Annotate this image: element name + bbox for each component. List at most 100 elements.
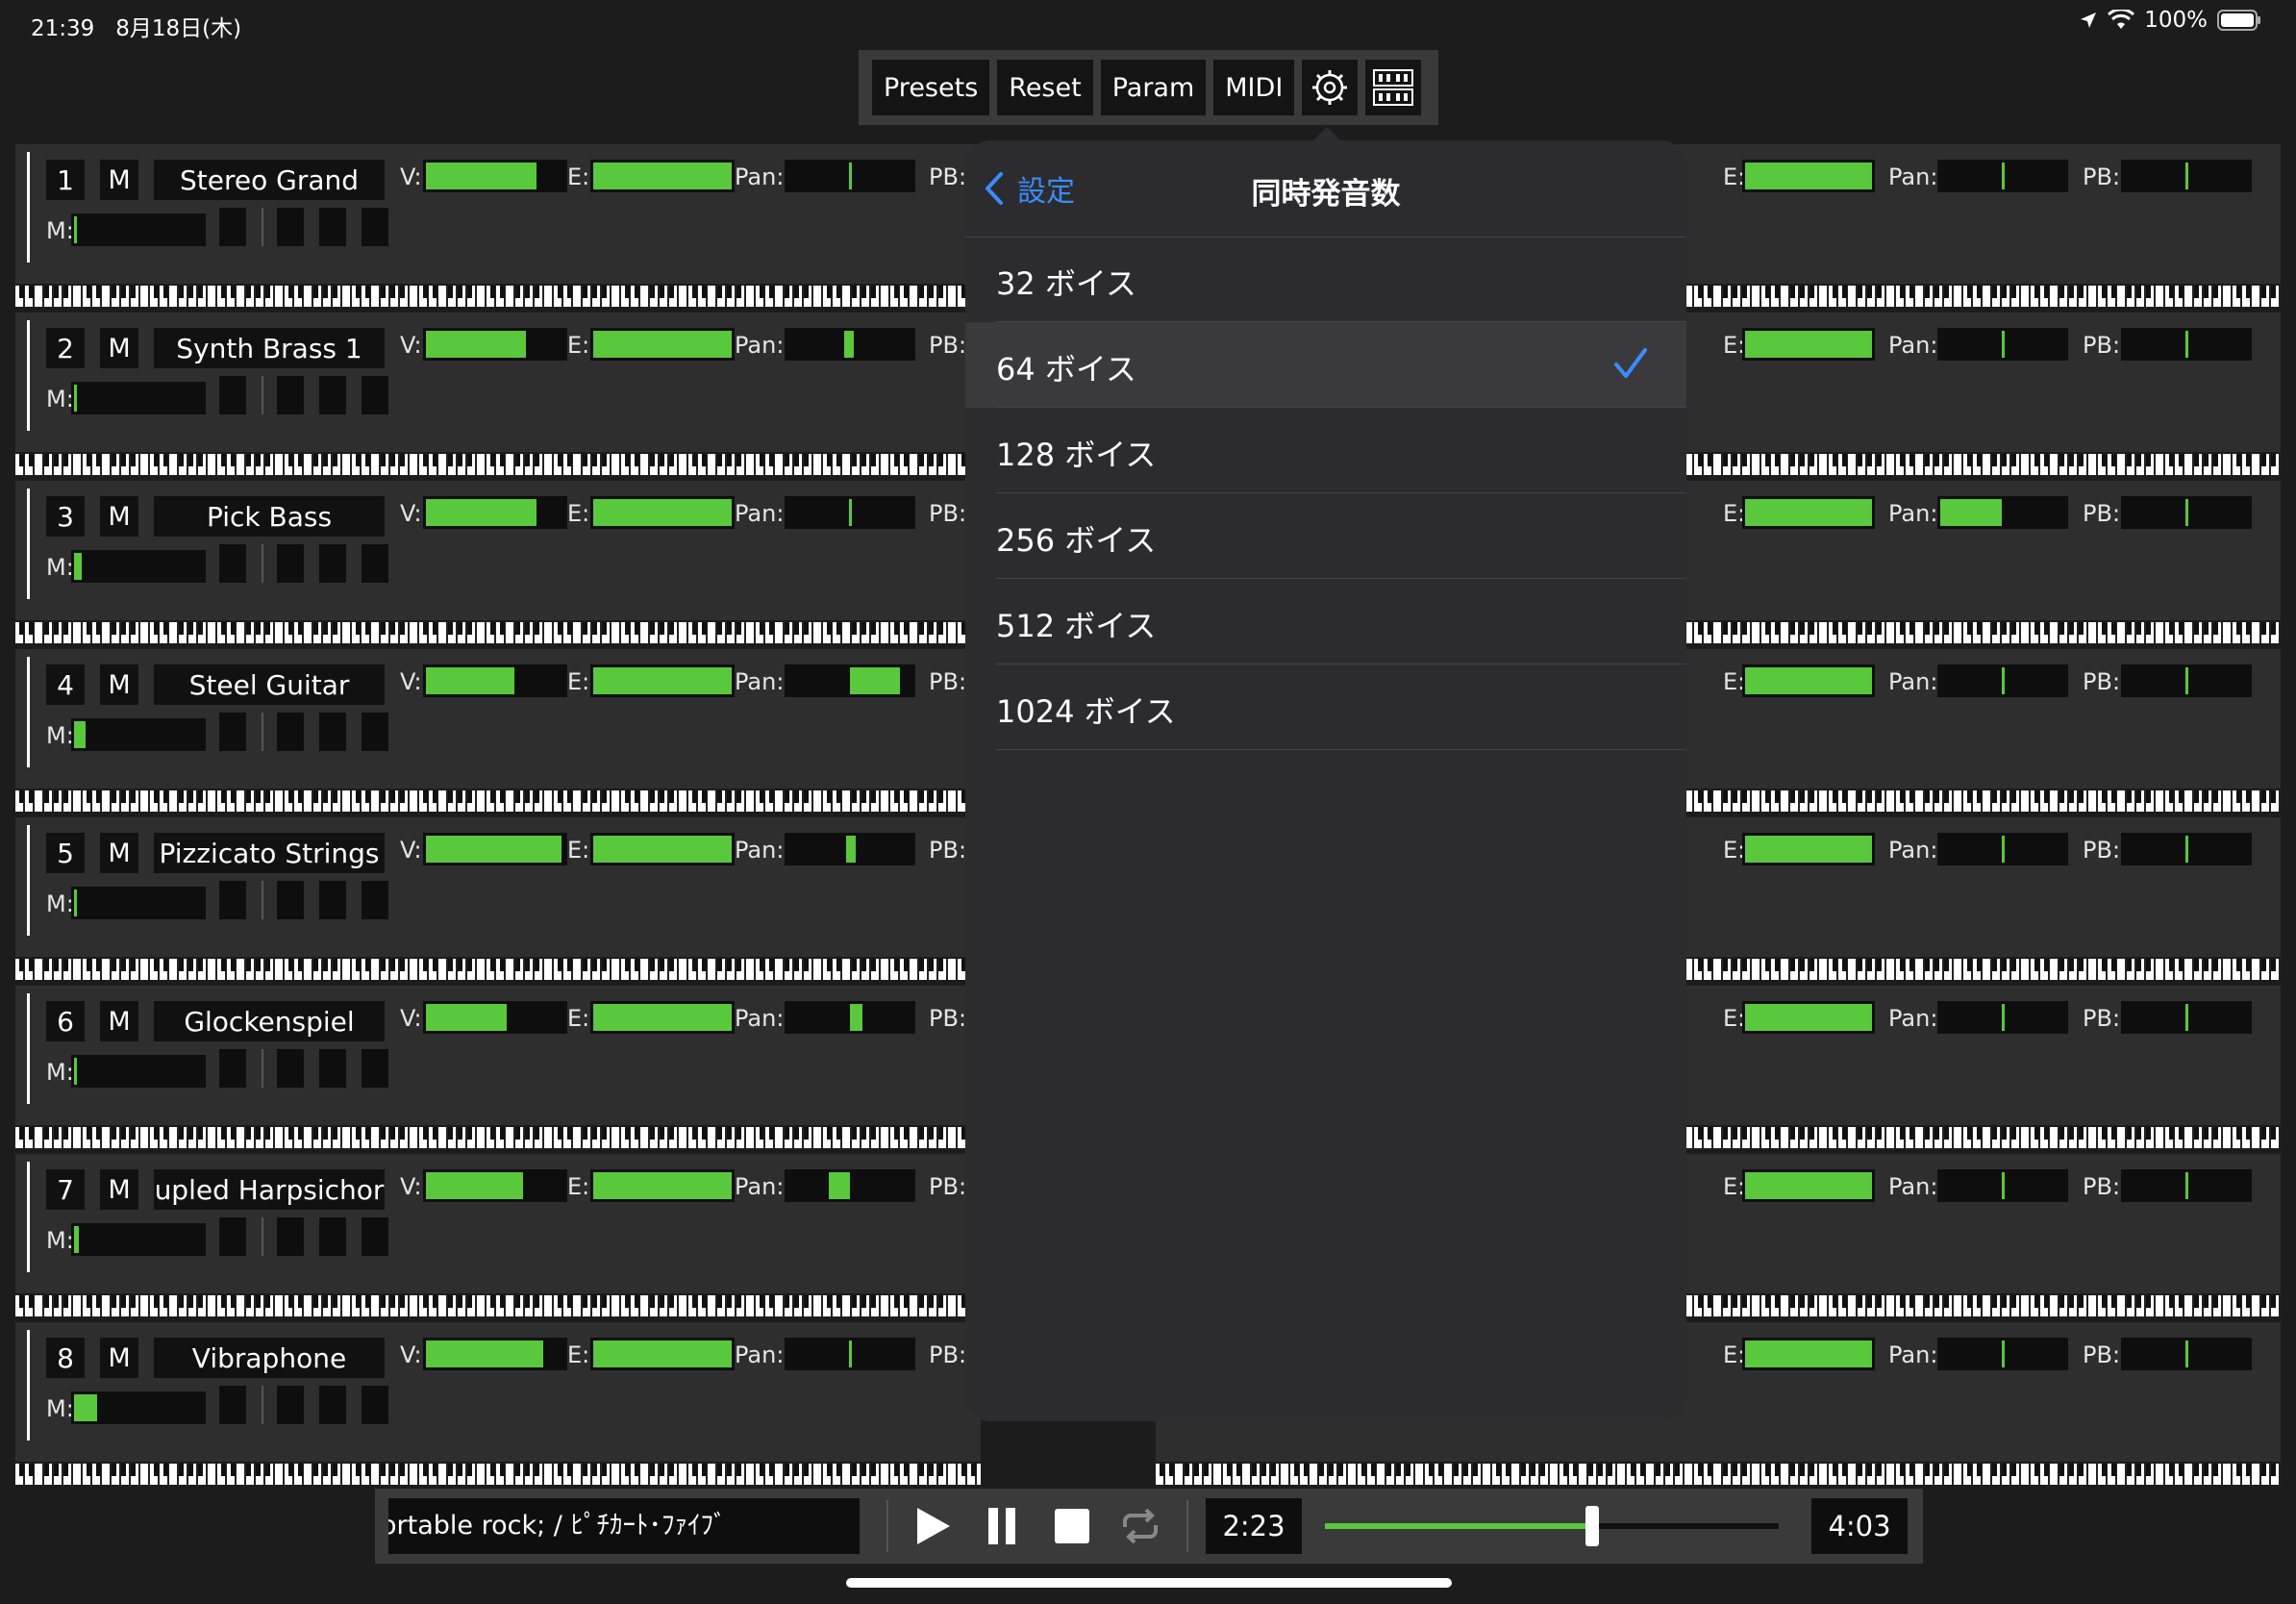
pitchbend-meter-right[interactable]: [2121, 1001, 2252, 1034]
pan-meter[interactable]: [785, 496, 915, 529]
piano-keyboard[interactable]: [15, 1464, 981, 1485]
instrument-name[interactable]: upled Harpsichor: [154, 1169, 385, 1210]
voice-option[interactable]: 64 ボイス: [965, 322, 1686, 408]
expression-meter[interactable]: [590, 160, 735, 192]
volume-meter[interactable]: [423, 1001, 567, 1034]
channel-number[interactable]: 5: [46, 833, 85, 873]
mute-button[interactable]: M: [100, 1169, 138, 1210]
instrument-name[interactable]: Synth Brass 1: [154, 328, 385, 368]
pan-meter[interactable]: [785, 1169, 915, 1202]
pitchbend-meter-right[interactable]: [2121, 328, 2252, 361]
piano-keyboard[interactable]: [15, 790, 981, 812]
instrument-name[interactable]: Glockenspiel: [154, 1001, 385, 1041]
channel-number[interactable]: 3: [46, 496, 85, 537]
expression-meter-right[interactable]: [1742, 160, 1875, 192]
instrument-name[interactable]: Stereo Grand: [154, 160, 385, 200]
expression-meter-right[interactable]: [1742, 1338, 1875, 1370]
expression-meter[interactable]: [590, 328, 735, 361]
repeat-icon[interactable]: [1119, 1508, 1161, 1544]
instrument-name[interactable]: Vibraphone: [154, 1338, 385, 1378]
modulation-meter[interactable]: [71, 1055, 206, 1088]
mute-button[interactable]: M: [100, 160, 138, 200]
volume-meter[interactable]: [423, 1169, 567, 1202]
pitchbend-meter-right[interactable]: [2121, 833, 2252, 865]
pan-meter-right[interactable]: [1937, 833, 2068, 865]
pan-meter[interactable]: [785, 833, 915, 865]
pan-meter-right[interactable]: [1937, 160, 2068, 192]
modulation-meter[interactable]: [71, 1223, 206, 1256]
channel-number[interactable]: 8: [46, 1338, 85, 1378]
settings-button[interactable]: [1302, 60, 1359, 115]
mute-button[interactable]: M: [100, 328, 138, 368]
pan-meter-right[interactable]: [1937, 496, 2068, 529]
pan-meter[interactable]: [785, 1338, 915, 1370]
pitchbend-meter-right[interactable]: [2121, 496, 2252, 529]
volume-meter[interactable]: [423, 1338, 567, 1370]
param-button[interactable]: Param: [1100, 60, 1207, 115]
pan-meter[interactable]: [785, 328, 915, 361]
mute-button[interactable]: M: [100, 664, 138, 705]
play-icon[interactable]: [913, 1506, 952, 1546]
expression-meter[interactable]: [590, 496, 735, 529]
modulation-meter[interactable]: [71, 887, 206, 919]
mute-button[interactable]: M: [100, 496, 138, 537]
position-slider[interactable]: [1325, 1506, 1779, 1546]
pitchbend-meter-right[interactable]: [2121, 1338, 2252, 1370]
pitchbend-meter-right[interactable]: [2121, 160, 2252, 192]
pan-meter-right[interactable]: [1937, 1001, 2068, 1034]
slider-thumb[interactable]: [1585, 1506, 1599, 1546]
piano-keyboard[interactable]: [15, 1127, 981, 1148]
expression-meter-right[interactable]: [1742, 664, 1875, 697]
piano-keyboard[interactable]: [15, 454, 981, 475]
pan-meter[interactable]: [785, 664, 915, 697]
modulation-meter[interactable]: [71, 718, 206, 751]
mute-button[interactable]: M: [100, 833, 138, 873]
expression-meter[interactable]: [590, 833, 735, 865]
modulation-meter[interactable]: [71, 1391, 206, 1424]
volume-meter[interactable]: [423, 160, 567, 192]
mute-button[interactable]: M: [100, 1338, 138, 1378]
voice-option[interactable]: 256 ボイス: [965, 493, 1686, 579]
instrument-name[interactable]: Pick Bass: [154, 496, 385, 537]
channel-number[interactable]: 2: [46, 328, 85, 368]
modulation-meter[interactable]: [71, 550, 206, 583]
stop-icon[interactable]: [1054, 1508, 1090, 1544]
pan-meter-right[interactable]: [1937, 328, 2068, 361]
instrument-name[interactable]: Steel Guitar: [154, 664, 385, 705]
expression-meter-right[interactable]: [1742, 1001, 1875, 1034]
expression-meter-right[interactable]: [1742, 1169, 1875, 1202]
expression-meter-right[interactable]: [1742, 328, 1875, 361]
channel-number[interactable]: 4: [46, 664, 85, 705]
voice-option[interactable]: 128 ボイス: [965, 408, 1686, 493]
pan-meter-right[interactable]: [1937, 1169, 2068, 1202]
piano-keyboard[interactable]: [15, 1295, 981, 1316]
expression-meter[interactable]: [590, 1338, 735, 1370]
pause-icon[interactable]: [985, 1506, 1019, 1546]
expression-meter-right[interactable]: [1742, 496, 1875, 529]
expression-meter-right[interactable]: [1742, 833, 1875, 865]
volume-meter[interactable]: [423, 833, 567, 865]
expression-meter[interactable]: [590, 664, 735, 697]
volume-meter[interactable]: [423, 496, 567, 529]
reset-button[interactable]: Reset: [997, 60, 1093, 115]
volume-meter[interactable]: [423, 664, 567, 697]
pan-meter[interactable]: [785, 1001, 915, 1034]
midi-button[interactable]: MIDI: [1213, 60, 1295, 115]
modulation-meter[interactable]: [71, 213, 206, 246]
mixer-button[interactable]: [1365, 60, 1422, 115]
expression-meter[interactable]: [590, 1001, 735, 1034]
voice-option[interactable]: 32 ボイス: [965, 237, 1686, 322]
instrument-name[interactable]: Pizzicato Strings: [154, 833, 385, 873]
piano-keyboard[interactable]: [1156, 1464, 2281, 1485]
presets-button[interactable]: Presets: [872, 60, 990, 115]
voice-option[interactable]: 512 ボイス: [965, 579, 1686, 664]
volume-meter[interactable]: [423, 328, 567, 361]
pan-meter-right[interactable]: [1937, 664, 2068, 697]
piano-keyboard[interactable]: [15, 622, 981, 643]
pan-meter-right[interactable]: [1937, 1338, 2068, 1370]
channel-number[interactable]: 6: [46, 1001, 85, 1041]
piano-keyboard[interactable]: [15, 959, 981, 980]
modulation-meter[interactable]: [71, 382, 206, 414]
piano-keyboard[interactable]: [15, 286, 981, 307]
channel-number[interactable]: 7: [46, 1169, 85, 1210]
